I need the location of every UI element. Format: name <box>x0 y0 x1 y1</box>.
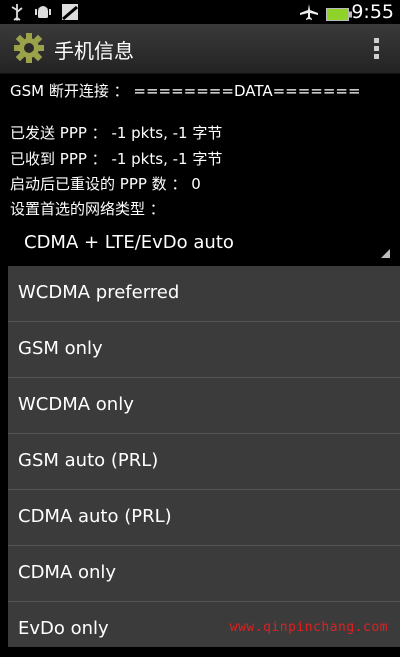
dropdown-arrow-icon <box>381 249 390 258</box>
sd-card-icon <box>60 3 80 25</box>
option-cdma-auto-prl[interactable]: CDMA auto (PRL) <box>8 490 400 546</box>
option-cdma-only[interactable]: CDMA only <box>8 546 400 602</box>
watermark-text: www.qinpinchang.com <box>229 620 388 635</box>
option-wcdma-only[interactable]: WCDMA only <box>8 378 400 434</box>
clock: 9:55 <box>351 1 394 23</box>
option-label: WCDMA only <box>18 394 134 415</box>
status-bar: 9:55 <box>0 0 400 24</box>
usb-icon <box>8 3 26 25</box>
option-wcdma-preferred[interactable]: WCDMA preferred <box>8 266 400 322</box>
ppp-received-text: 已收到 PPP ： -1 pkts, -1 字节 <box>10 150 223 168</box>
gsm-disconnect-text: GSM 断开连接 ： ========DATA======= <box>10 82 361 100</box>
overflow-menu-icon[interactable] <box>374 38 380 62</box>
option-gsm-auto-prl[interactable]: GSM auto (PRL) <box>8 434 400 490</box>
preferred-network-label: 设置首选的网络类型 ： <box>10 200 165 218</box>
title-bar: 手机信息 <box>0 24 400 74</box>
option-label: GSM only <box>18 338 103 359</box>
option-gsm-only[interactable]: GSM only <box>8 322 400 378</box>
ppp-resets-text: 启动后已重设的 PPP 数 ： 0 <box>10 175 201 193</box>
spinner-selected-value: CDMA + LTE/EvDo auto <box>24 232 234 253</box>
network-type-dropdown: WCDMA preferred GSM only WCDMA only GSM … <box>8 266 400 647</box>
option-label: EvDo only <box>18 618 109 639</box>
settings-gear-icon <box>13 32 45 68</box>
ppp-sent-text: 已发送 PPP ： -1 pkts, -1 字节 <box>10 124 223 142</box>
battery-icon <box>326 6 352 25</box>
option-label: WCDMA preferred <box>18 282 180 303</box>
page-title: 手机信息 <box>54 39 134 63</box>
android-debug-icon <box>34 3 52 25</box>
option-label: CDMA only <box>18 562 117 583</box>
option-label: GSM auto (PRL) <box>18 450 159 471</box>
airplane-mode-icon <box>299 3 319 25</box>
option-label: CDMA auto (PRL) <box>18 506 172 527</box>
preferred-network-spinner[interactable]: CDMA + LTE/EvDo auto <box>0 224 400 264</box>
